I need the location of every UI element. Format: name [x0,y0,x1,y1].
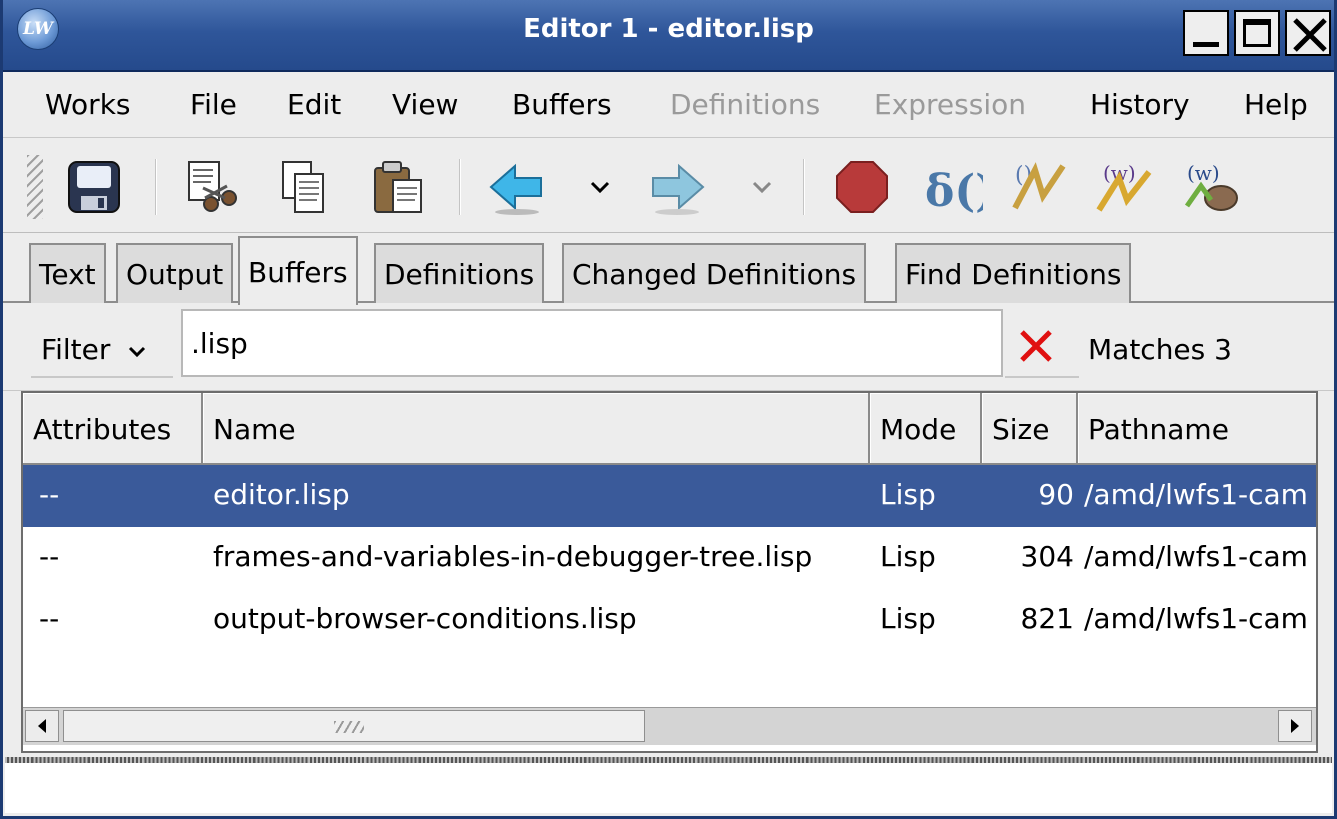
horizontal-scrollbar[interactable] [23,707,1316,745]
menu-works[interactable]: Works [45,88,131,121]
cell-attributes: -- [39,478,60,511]
tab-text[interactable]: Text [29,243,106,303]
cell-name: editor.lisp [213,478,350,511]
paste-icon[interactable] [367,156,429,218]
cell-mode: Lisp [880,540,936,573]
buffers-table: Attributes Name Mode Size Pathname -- ed… [21,391,1318,753]
cell-mode: Lisp [880,478,936,511]
save-icon[interactable] [63,156,125,218]
menu-expression[interactable]: Expression [874,88,1026,121]
menu-view[interactable]: View [392,88,458,121]
scrollbar-thumb[interactable] [63,710,645,742]
menu-definitions[interactable]: Definitions [670,88,820,121]
filter-bar: Filter Matches 3 [3,303,1334,391]
compile-and-load-icon[interactable]: (w) [1181,156,1243,218]
window-title: Editor 1 - editor.lisp [523,14,814,44]
matches-count: Matches 3 [1088,333,1232,366]
tab-changed-definitions[interactable]: Changed Definitions [562,243,867,303]
menu-edit[interactable]: Edit [287,88,341,121]
maximize-button[interactable] [1234,10,1280,56]
toolbar-separator [803,159,805,215]
filter-dropdown-underline [31,376,173,378]
cell-size: 821 [1020,602,1074,635]
scrollbar-grip [334,721,364,733]
table-row[interactable]: -- frames-and-variables-in-debugger-tree… [23,527,1316,589]
column-header-mode[interactable]: Mode [870,393,982,465]
table-header: Attributes Name Mode Size Pathname [23,393,1316,465]
toolbar: δ() () (w) (w) [3,139,1334,233]
clear-filter-icon[interactable] [1016,326,1056,366]
close-icon [1293,18,1327,52]
toolbar-separator [459,159,461,215]
arrow-left-icon [38,719,46,733]
tab-find-definitions[interactable]: Find Definitions [895,243,1132,303]
cell-name: output-browser-conditions.lisp [213,602,637,635]
chevron-down-icon [128,346,146,358]
table-body: -- editor.lisp Lisp 90 /amd/lwfs1-cam --… [23,465,1316,695]
forward-history-dropdown-icon[interactable] [751,177,773,197]
menu-file[interactable]: File [190,88,237,121]
cell-pathname: /amd/lwfs1-cam [1084,478,1308,511]
menu-buffers[interactable]: Buffers [512,88,612,121]
view-tabs: Text Output Buffers Definitions Changed … [3,233,1334,305]
arrow-right-icon [1291,719,1299,733]
column-header-attributes[interactable]: Attributes [23,393,203,465]
cell-size: 304 [1020,540,1074,573]
cell-mode: Lisp [880,602,936,635]
clear-filter-underline [1005,376,1079,378]
cell-pathname: /amd/lwfs1-cam [1084,602,1308,635]
editor-window: LW Editor 1 - editor.lisp Works File Edi… [0,0,1337,819]
tab-definitions[interactable]: Definitions [374,243,545,303]
scroll-right-button[interactable] [1278,710,1312,742]
filter-input[interactable] [181,309,1003,377]
minimize-button[interactable] [1183,10,1229,56]
filter-dropdown[interactable]: Filter [41,333,146,366]
compile-buffer-icon[interactable]: (w) [1093,156,1155,218]
cut-icon[interactable] [181,156,243,218]
cell-name: frames-and-variables-in-debugger-tree.li… [213,540,813,573]
column-header-size[interactable]: Size [982,393,1078,465]
back-arrow-icon[interactable] [485,156,547,218]
title-bar[interactable]: LW Editor 1 - editor.lisp [3,0,1334,72]
svg-text:δ(): δ() [925,166,983,217]
cell-pathname: /amd/lwfs1-cam [1084,540,1308,573]
echo-area[interactable] [5,757,1332,813]
cell-attributes: -- [39,602,60,635]
svg-text:(w): (w) [1187,161,1220,185]
filter-label: Filter [41,333,111,366]
column-header-name[interactable]: Name [203,393,870,465]
table-row[interactable]: -- output-browser-conditions.lisp Lisp 8… [23,589,1316,651]
back-history-dropdown-icon[interactable] [589,177,611,197]
evaluate-definition-icon[interactable]: δ() [921,156,983,218]
cell-attributes: -- [39,540,60,573]
table-row[interactable]: -- editor.lisp Lisp 90 /amd/lwfs1-cam [23,465,1316,527]
cell-size: 90 [1038,478,1074,511]
stop-icon[interactable] [831,156,893,218]
scroll-left-button[interactable] [25,710,59,742]
menu-history[interactable]: History [1090,88,1190,121]
menu-bar: Works File Edit View Buffers Definitions… [3,72,1334,138]
close-button[interactable] [1285,10,1331,56]
copy-icon[interactable] [273,156,335,218]
tab-output[interactable]: Output [116,243,234,303]
menu-help[interactable]: Help [1244,88,1308,121]
toolbar-grip[interactable] [27,155,43,219]
column-header-pathname[interactable]: Pathname [1078,393,1316,465]
forward-arrow-icon[interactable] [647,156,709,218]
tab-buffers[interactable]: Buffers [238,236,358,305]
toolbar-separator [155,159,157,215]
compile-icon[interactable]: () [1007,156,1069,218]
